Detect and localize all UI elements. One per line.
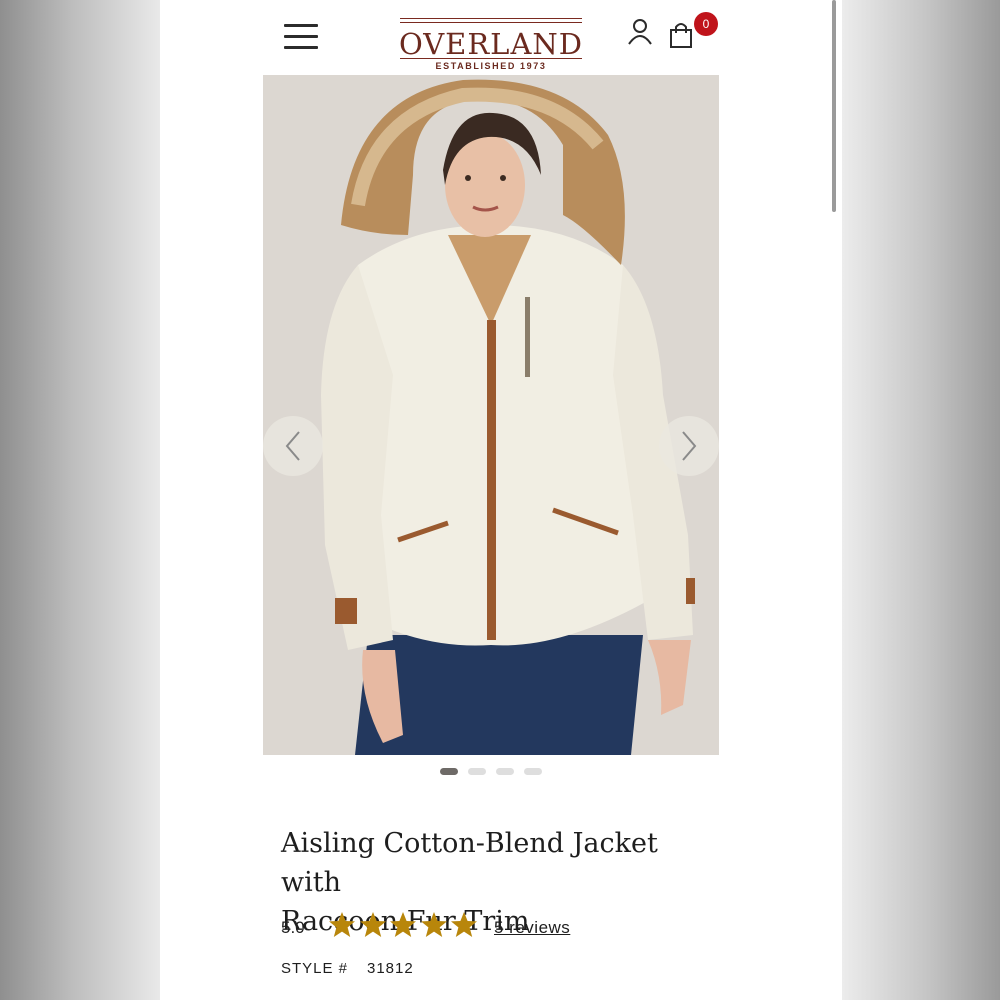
brand-tagline: ESTABLISHED 1973 [435, 61, 547, 71]
next-image-button[interactable] [659, 416, 719, 476]
gallery-dot[interactable] [524, 768, 542, 775]
chevron-right-icon [682, 431, 697, 461]
brand-name: OVERLAND [398, 27, 584, 61]
star-icon [329, 912, 355, 937]
left-blur-border [0, 0, 160, 1000]
product-image[interactable] [263, 75, 719, 755]
product-title-line-1: Aisling Cotton-Blend Jacket with [281, 828, 658, 898]
reviews-link[interactable]: 5 reviews [494, 918, 570, 938]
previous-image-button[interactable] [263, 416, 323, 476]
star-icon [451, 912, 477, 937]
right-blur-border [842, 0, 1000, 1000]
gallery-dot[interactable] [496, 768, 514, 775]
scrollbar-thumb[interactable] [832, 0, 836, 212]
gallery-dot[interactable] [468, 768, 486, 775]
gallery-dot[interactable] [440, 768, 458, 775]
style-label: STYLE # [281, 960, 349, 977]
chevron-left-icon [285, 431, 300, 461]
rating-value: 5.0 [281, 918, 305, 937]
star-icon [420, 912, 447, 937]
cart-count-badge[interactable]: 0 [694, 12, 718, 36]
star-icon [359, 912, 386, 937]
style-number: 31812 [367, 960, 414, 977]
account-icon[interactable] [627, 18, 653, 46]
brand-logo[interactable]: OVERLAND ESTABLISHED 1973 [396, 14, 586, 71]
shopping-bag-icon[interactable] [669, 21, 695, 49]
star-icon [390, 912, 416, 937]
menu-icon[interactable] [284, 24, 318, 50]
